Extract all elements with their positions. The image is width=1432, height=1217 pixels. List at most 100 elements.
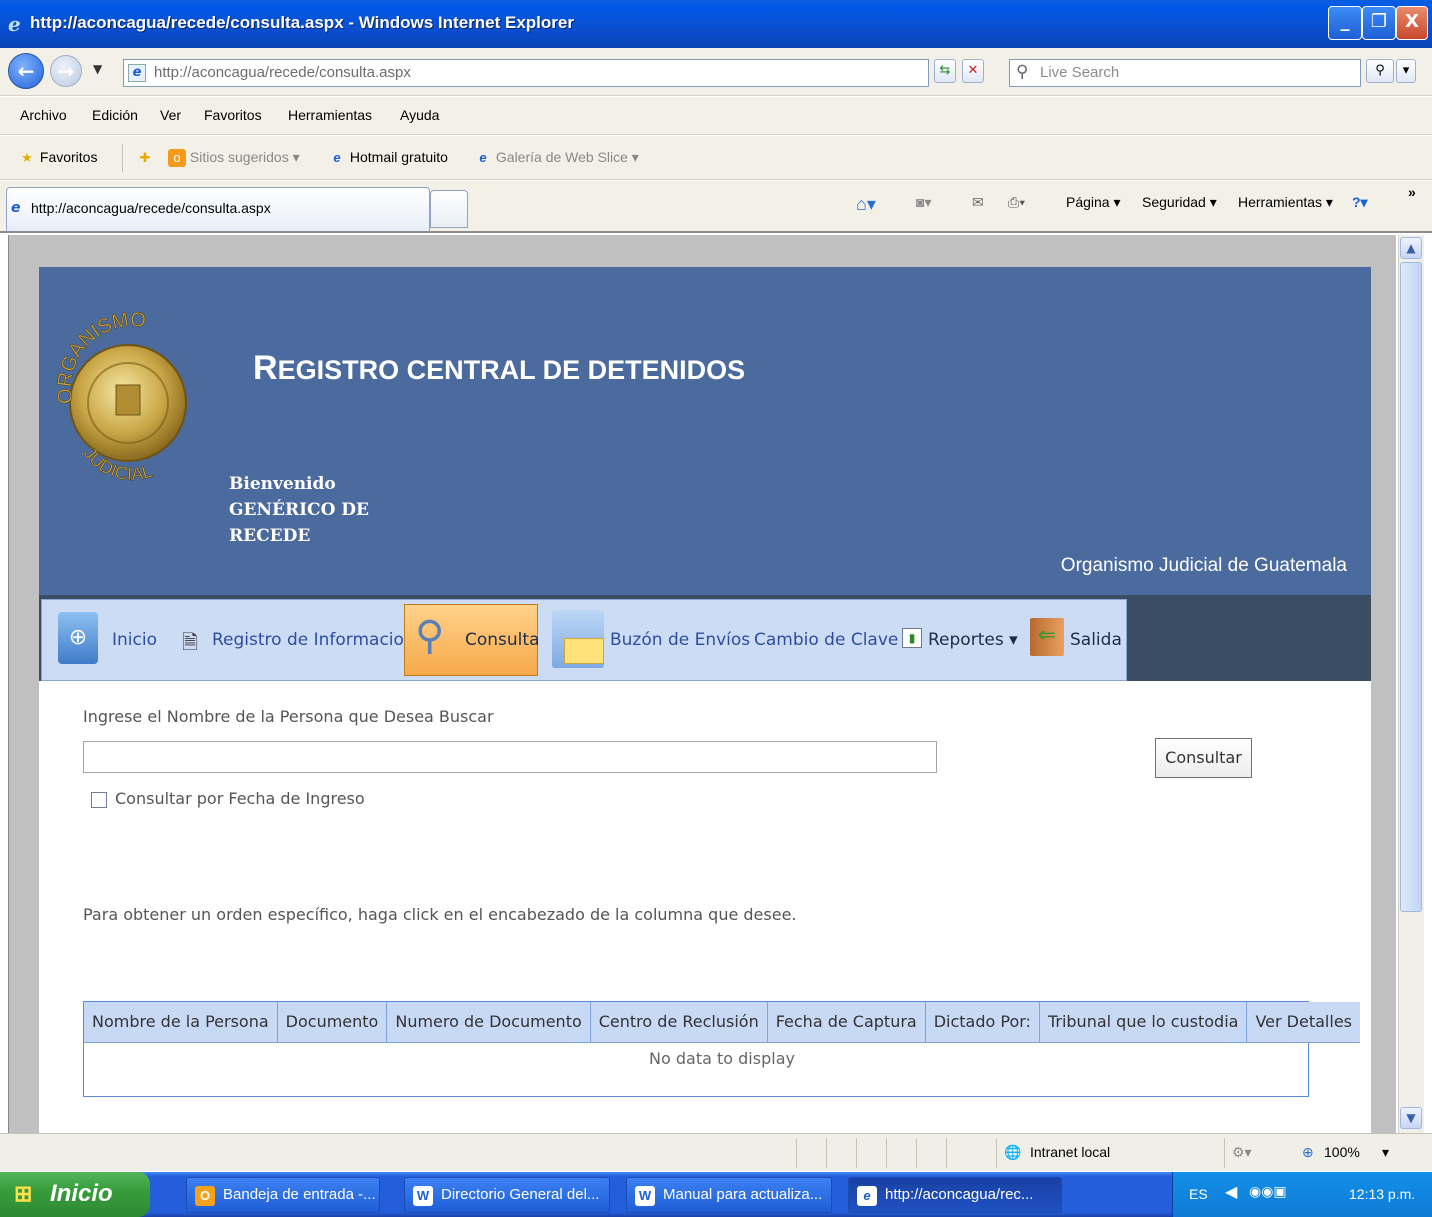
nav-consulta[interactable]: ⚲ Consulta bbox=[404, 604, 540, 676]
sitios-sugeridos-link[interactable]: o Sitios sugeridos ▾ bbox=[168, 149, 300, 168]
pagina-menu[interactable]: Página ▾ bbox=[1066, 194, 1121, 211]
print-icon[interactable]: ⎙▾ bbox=[1008, 194, 1025, 211]
column-header[interactable]: Nombre de la Persona bbox=[84, 1002, 278, 1043]
menu-favoritos[interactable]: Favoritos bbox=[204, 107, 262, 123]
nav-cambio-clave[interactable]: Cambio de Clave bbox=[754, 600, 898, 680]
favorites-button[interactable]: ★ Favoritos bbox=[18, 149, 97, 167]
nav-consulta-label: Consulta bbox=[465, 630, 540, 650]
menu-ayuda[interactable]: Ayuda bbox=[400, 107, 439, 123]
search-placeholder: Live Search bbox=[1040, 64, 1120, 81]
nav-buzon-label: Buzón de Envíos bbox=[610, 630, 751, 650]
column-header[interactable]: Centro de Reclusión bbox=[590, 1002, 768, 1043]
forward-button[interactable]: → bbox=[50, 55, 82, 87]
search-label: Ingrese el Nombre de la Persona que Dese… bbox=[83, 707, 494, 726]
organization-name: Organismo Judicial de Guatemala bbox=[1060, 555, 1347, 576]
menu-ver[interactable]: Ver bbox=[160, 107, 181, 123]
page-icon: e bbox=[128, 64, 146, 82]
vertical-scrollbar[interactable]: ▲ ▼ bbox=[1398, 235, 1424, 1133]
divider bbox=[856, 1138, 857, 1168]
scroll-thumb[interactable] bbox=[1400, 262, 1422, 912]
minimize-button[interactable]: _ bbox=[1328, 6, 1362, 40]
favorites-bar: ★ Favoritos ✚ o Sitios sugeridos ▾ e Hot… bbox=[0, 136, 1432, 180]
window-title: http://aconcagua/recede/consulta.aspx - … bbox=[30, 13, 574, 32]
clock: 12:13 p.m. bbox=[1349, 1186, 1416, 1202]
zoom-dropdown-icon[interactable]: ▾ bbox=[1382, 1144, 1389, 1161]
add-star-icon: ✚ bbox=[139, 150, 151, 166]
taskbar-item-directorio[interactable]: W Directorio General del... bbox=[404, 1177, 610, 1213]
scroll-down-icon[interactable]: ▼ bbox=[1400, 1107, 1422, 1129]
stop-icon[interactable]: ✕ bbox=[962, 59, 984, 83]
ie-icon: e bbox=[8, 12, 21, 36]
nav-cambio-label: Cambio de Clave bbox=[754, 630, 899, 650]
nav-registro[interactable]: 🗎 Registro de Informacion bbox=[178, 600, 415, 680]
address-input[interactable]: e http://aconcagua/recede/consulta.aspx bbox=[123, 59, 929, 87]
column-header[interactable]: Dictado Por: bbox=[925, 1002, 1040, 1043]
divider bbox=[826, 1138, 827, 1168]
taskbar-item-label: http://aconcagua/rec... bbox=[885, 1186, 1034, 1203]
sitios-icon: o bbox=[168, 149, 186, 168]
nav-inicio[interactable]: ⊕ Inicio bbox=[54, 600, 157, 680]
tray-expand-icon[interactable]: ◀ bbox=[1225, 1182, 1237, 1202]
search-options-icon[interactable]: ▾ bbox=[1396, 59, 1416, 83]
word-icon: W bbox=[635, 1186, 655, 1206]
scroll-up-icon[interactable]: ▲ bbox=[1400, 237, 1422, 259]
language-indicator[interactable]: ES bbox=[1189, 1186, 1208, 1202]
title-rest: EGISTRO CENTRAL DE DETENIDOS bbox=[277, 355, 746, 385]
column-header[interactable]: Tribunal que lo custodia bbox=[1039, 1002, 1248, 1043]
nav-reportes[interactable]: ▮ Reportes ▾ bbox=[900, 600, 1020, 680]
history-dropdown-icon[interactable]: ▼ bbox=[93, 62, 102, 76]
column-header[interactable]: Ver Detalles bbox=[1246, 1002, 1360, 1043]
tab-current[interactable]: e http://aconcagua/recede/consulta.aspx bbox=[6, 187, 430, 231]
galeria-link[interactable]: e Galería de Web Slice ▾ bbox=[474, 149, 638, 167]
new-tab-button[interactable] bbox=[430, 190, 468, 228]
start-button[interactable]: ⊞ Inicio bbox=[0, 1172, 150, 1217]
zoom-level[interactable]: 100% bbox=[1324, 1144, 1360, 1160]
search-input[interactable]: ⚲ Live Search bbox=[1009, 59, 1361, 87]
word-icon: W bbox=[413, 1186, 433, 1206]
welcome-line-2: GENÉRICO DE bbox=[229, 500, 370, 520]
taskbar-item-ie[interactable]: e http://aconcagua/rec... bbox=[848, 1177, 1062, 1213]
hotmail-link[interactable]: e Hotmail gratuito bbox=[328, 149, 448, 167]
home-icon[interactable]: ⌂▾ bbox=[856, 194, 876, 215]
name-search-input[interactable] bbox=[83, 741, 937, 773]
menu-edicion[interactable]: Edición bbox=[92, 107, 138, 123]
feeds-icon[interactable]: ◙▾ bbox=[916, 194, 931, 211]
window-title-bar: e http://aconcagua/recede/consulta.aspx … bbox=[0, 0, 1432, 48]
address-url: http://aconcagua/recede/consulta.aspx bbox=[154, 64, 411, 81]
consultar-button[interactable]: Consultar bbox=[1155, 738, 1252, 778]
welcome-block: Bienvenido GENÉRICO DE RECEDE bbox=[229, 471, 369, 549]
menu-archivo[interactable]: Archivo bbox=[20, 107, 67, 123]
restore-button[interactable]: ❐ bbox=[1362, 6, 1396, 40]
back-button[interactable]: ← bbox=[8, 53, 44, 89]
refresh-icon[interactable]: ⇆ bbox=[934, 59, 956, 83]
page-viewport: ORGANISMO JUDICIAL REGISTRO CENTRAL DE D… bbox=[8, 235, 1396, 1133]
seal-logo: ORGANISMO JUDICIAL bbox=[53, 309, 187, 485]
nav-salida[interactable]: ⇐ Salida bbox=[1030, 600, 1122, 680]
fecha-ingreso-checkbox[interactable] bbox=[91, 792, 107, 808]
taskbar-item-outlook[interactable]: O Bandeja de entrada -... bbox=[186, 1177, 380, 1213]
herramientas-menu[interactable]: Herramientas ▾ bbox=[1238, 194, 1333, 211]
results-grid: Nombre de la Persona Documento Numero de… bbox=[83, 1001, 1360, 1097]
magnifier-icon: ⚲ bbox=[415, 613, 445, 659]
welcome-line-1: Bienvenido bbox=[229, 474, 336, 494]
close-button[interactable]: X bbox=[1396, 6, 1428, 40]
column-header[interactable]: Numero de Documento bbox=[386, 1002, 591, 1043]
site-header: ORGANISMO JUDICIAL REGISTRO CENTRAL DE D… bbox=[39, 267, 1371, 595]
seguridad-menu[interactable]: Seguridad ▾ bbox=[1142, 194, 1217, 211]
column-header[interactable]: Fecha de Captura bbox=[767, 1002, 926, 1043]
divider bbox=[996, 1138, 997, 1168]
help-icon[interactable]: ?▾ bbox=[1352, 194, 1368, 211]
search-icon: ⚲ bbox=[1016, 62, 1029, 82]
tab-label: http://aconcagua/recede/consulta.aspx bbox=[31, 200, 271, 216]
add-favorite-button[interactable]: ✚ bbox=[136, 149, 154, 167]
mail-icon[interactable]: ✉ bbox=[972, 194, 984, 211]
protected-mode-icon[interactable]: ⚙▾ bbox=[1232, 1144, 1252, 1161]
taskbar-item-manual[interactable]: W Manual para actualiza... bbox=[626, 1177, 832, 1213]
column-header[interactable]: Documento bbox=[277, 1002, 388, 1043]
nav-buzon[interactable]: Buzón de Envíos bbox=[550, 600, 750, 680]
chevron-more-icon[interactable]: » bbox=[1408, 184, 1416, 200]
menu-herramientas[interactable]: Herramientas bbox=[288, 107, 372, 123]
tray-apps-icon[interactable]: ◉◉▣ bbox=[1249, 1183, 1287, 1200]
search-go-icon[interactable]: ⚲ bbox=[1366, 59, 1394, 83]
envelope-icon bbox=[564, 638, 604, 664]
